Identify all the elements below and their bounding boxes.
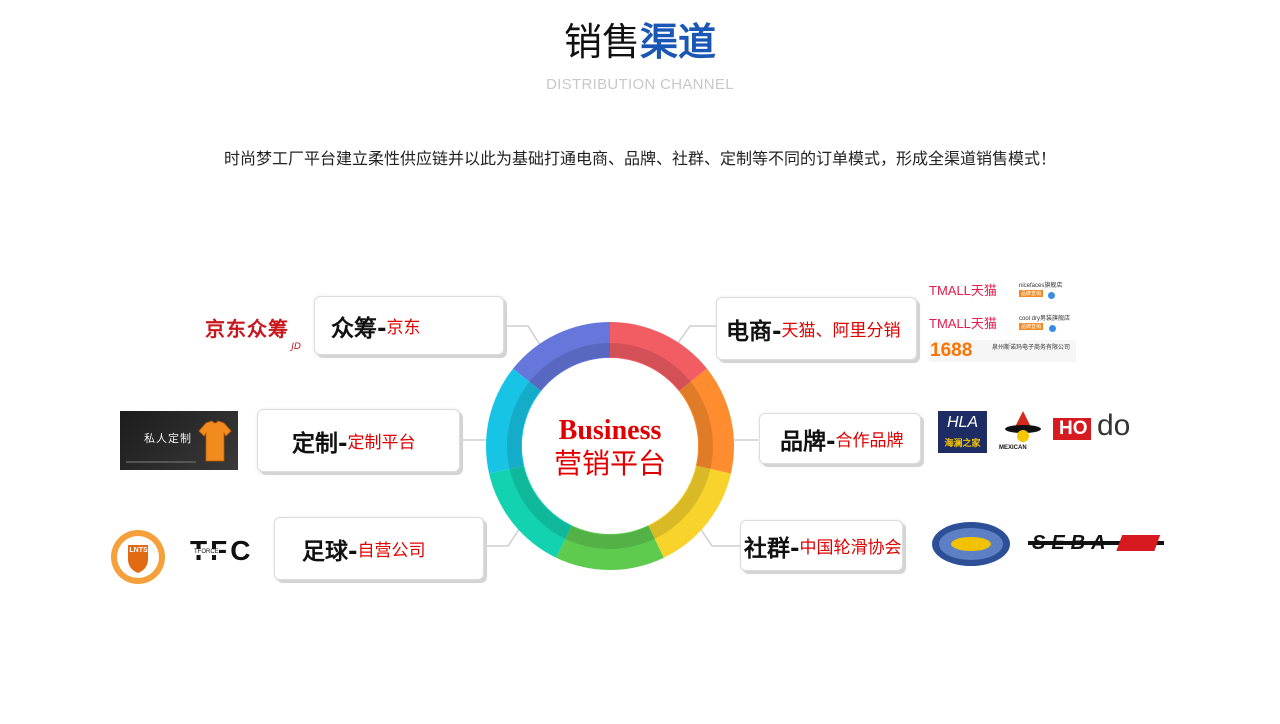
football-label: 足球- (302, 538, 358, 565)
ecommerce-label: 电商- (726, 318, 782, 345)
jd-crowdfunding-logo: 京东众筹 JD (205, 317, 301, 352)
brand-sub: 合作品牌 (835, 431, 904, 451)
lnts-logo: LNTS (110, 529, 167, 586)
ecommerce-sub: 天猫、阿里分销 (781, 321, 901, 341)
shield-icon (111, 530, 165, 584)
connector-football (484, 527, 521, 547)
custom-platform-thumbnail: 私人定制 (120, 411, 238, 470)
card-football[interactable]: 足球- 自营公司 (274, 517, 484, 580)
diagram-canvas (460, 322, 758, 570)
card-community[interactable]: 社群- 中国轮滑协会 (740, 520, 903, 571)
sombrero-icon (1005, 411, 1041, 442)
tfc-logo: TFC TFORCE (190, 535, 254, 566)
center-business: Business (558, 415, 662, 446)
tmall-nicefaces-logo: TMALL天猫 nicefaces旗舰店 品牌直销 (929, 283, 1063, 299)
chat-icon (1049, 325, 1056, 332)
connector-crowdfunding (504, 325, 543, 349)
mexican-logo: MEXICAN (997, 409, 1049, 455)
card-ecommerce[interactable]: 电商- 天猫、阿里分销 (716, 297, 917, 360)
tmall-cooldry-logo: TMALL天猫 cool dry男装旗舰店 品牌直销 (929, 316, 1071, 332)
seba-logo: SEBA (1028, 530, 1164, 556)
community-sub: 中国轮滑协会 (799, 538, 902, 558)
ring-center-label: Business 营销平台 (540, 415, 680, 481)
custom-sub: 定制平台 (347, 433, 416, 453)
card-custom[interactable]: 定制- 定制平台 (257, 409, 460, 472)
crowdfunding-label: 众筹- (331, 315, 387, 342)
community-label: 社群- (744, 535, 800, 562)
alibaba-1688-logo: 1688 泉州斯诺玛电子商务有限公司 (929, 340, 1076, 362)
roller-skating-association-logo (931, 521, 1011, 567)
card-brand[interactable]: 品牌- 合作品牌 (759, 413, 921, 464)
center-marketing: 营销平台 (553, 447, 666, 480)
globe-icon (932, 522, 1010, 566)
connector-ecommerce (675, 325, 716, 347)
custom-label: 定制- (292, 430, 348, 457)
connector-community (699, 527, 740, 547)
football-sub: 自营公司 (357, 541, 426, 561)
hodo-logo: HO do (1053, 410, 1148, 444)
crowdfunding-sub: 京东 (386, 318, 421, 338)
brand-label: 品牌- (780, 428, 836, 455)
card-crowdfunding[interactable]: 众筹- 京东 (314, 296, 504, 355)
shirt-icon (198, 420, 232, 462)
hla-logo: HLA 海澜之家 (938, 411, 987, 453)
chat-icon (1048, 292, 1055, 299)
